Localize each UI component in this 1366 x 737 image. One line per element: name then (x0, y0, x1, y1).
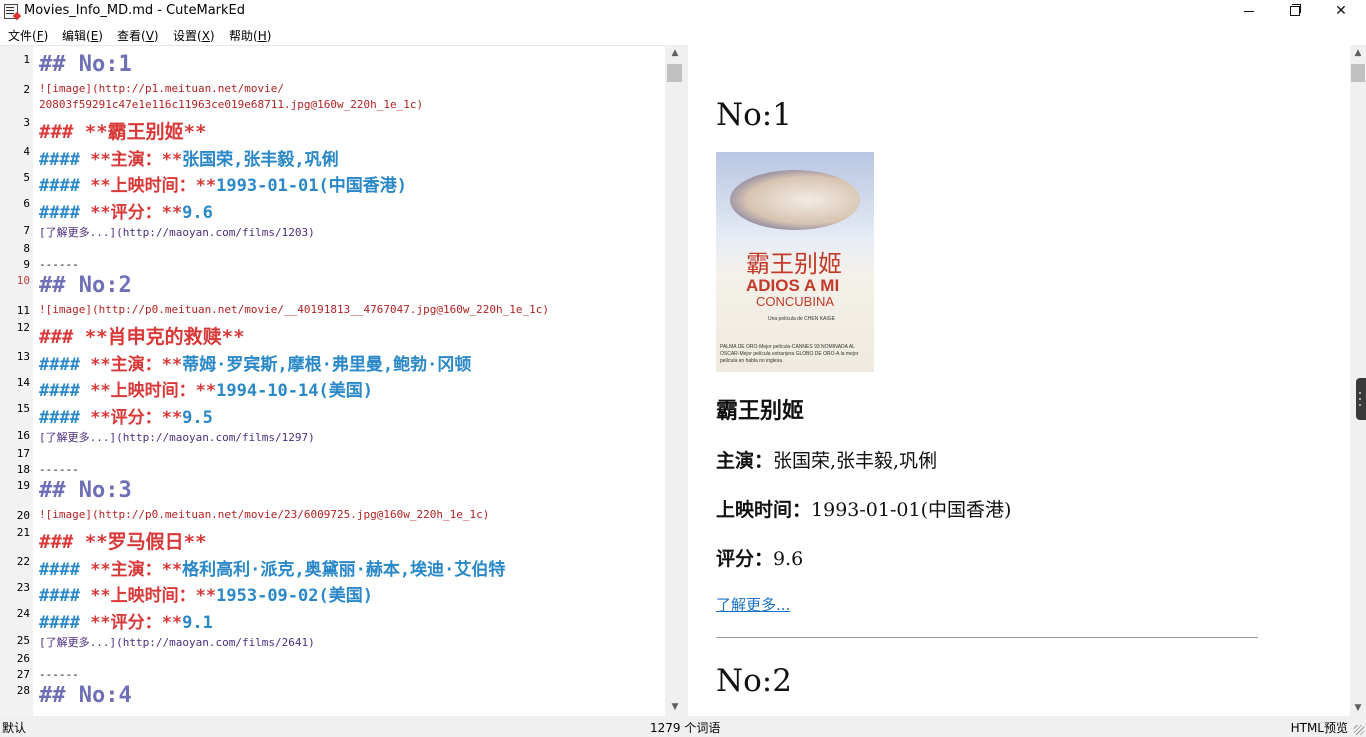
md-horizontal-rule: ------ (39, 668, 79, 681)
line-number: 2 (23, 83, 30, 96)
md-image-link: ![image](http://p0.meituan.net/movie/23/… (39, 508, 490, 521)
line-number-gutter: 1 2 3 4 5 6 7 8 9 10 11 12 13 14 15 16 1… (0, 46, 33, 717)
movie-poster-image: 霸王别姬 ADIOS A MI CONCUBINA Una película d… (716, 152, 874, 372)
close-button[interactable]: ✕ (1318, 0, 1364, 24)
window-title: Movies_Info_MD.md - CuteMarkEd (24, 3, 246, 18)
maximize-button[interactable] (1272, 0, 1318, 24)
line-number: 21 (16, 526, 30, 539)
md-heading-4: #### **上映时间：**1953-09-02(美国) (39, 586, 373, 606)
preview-release-date: 上映时间：1993-01-01(中国香港) (716, 499, 1012, 521)
line-number: 8 (23, 242, 30, 255)
poster-credits: PALMA DE ORO·Mejor película·CANNES 93 NO… (720, 344, 859, 364)
line-number: 6 (23, 197, 30, 210)
line-number: 27 (16, 668, 30, 681)
status-style: 默认 (2, 721, 27, 735)
menu-help[interactable]: 帮助(H) (229, 27, 271, 44)
line-number: 23 (16, 581, 30, 594)
line-number: 4 (23, 145, 30, 158)
line-number: 26 (16, 652, 30, 665)
line-number: 19 (16, 479, 30, 492)
poster-title-cn: 霸王别姬 (746, 250, 842, 278)
resize-grip-icon[interactable] (1354, 725, 1364, 735)
poster-title-en-2: CONCUBINA (756, 294, 835, 309)
md-link: [了解更多...](http://maoyan.com/films/1203) (39, 226, 315, 239)
scroll-up-arrow-icon[interactable]: ▲ (1350, 45, 1366, 61)
line-number: 1 (23, 53, 30, 66)
md-heading-4: #### **主演：**格利高利·派克,奥黛丽·赫本,埃迪·艾伯特 (39, 560, 506, 580)
md-heading-2: ## No:4 (39, 683, 132, 708)
line-number: 22 (16, 555, 30, 568)
minimize-icon (1244, 10, 1254, 12)
markdown-editor[interactable]: 1 2 3 4 5 6 7 8 9 10 11 12 13 14 15 16 1… (0, 45, 665, 717)
side-panel-handle[interactable] (1356, 378, 1366, 420)
md-heading-4: #### **评分：**9.5 (39, 408, 213, 428)
scroll-down-arrow-icon[interactable]: ▼ (1350, 700, 1366, 716)
title-bar: Movies_Info_MD.md - CuteMarkEd ✕ (0, 0, 1366, 24)
line-number: 7 (23, 224, 30, 237)
preview-heading-2: No:2 (716, 663, 792, 699)
line-number: 11 (16, 304, 30, 317)
md-link: [了解更多...](http://maoyan.com/films/2641) (39, 636, 315, 649)
md-image-link: ![image](http://p1.meituan.net/movie/ (39, 82, 285, 95)
preview-horizontal-rule (716, 637, 1258, 638)
close-icon: ✕ (1335, 3, 1347, 19)
preview-more-link[interactable]: 了解更多... (716, 594, 790, 615)
editor-scroll-thumb[interactable] (667, 64, 682, 82)
md-image-link: ![image](http://p0.meituan.net/movie/__4… (39, 303, 549, 316)
status-html-preview[interactable]: HTML预览 (1291, 719, 1348, 736)
line-number: 5 (23, 171, 30, 184)
menu-edit[interactable]: 编辑(E) (62, 27, 103, 44)
line-number: 18 (16, 463, 30, 476)
md-heading-4: #### **上映时间：**1993-01-01(中国香港) (39, 176, 407, 196)
md-heading-3: ### **肖申克的救赎** (39, 326, 245, 348)
preview-score: 评分：9.6 (716, 548, 804, 570)
poster-byline: Una película de CHEN KAIGE (768, 316, 835, 322)
preview-movie-title: 霸王别姬 (716, 398, 805, 424)
line-number-current: 10 (16, 274, 30, 287)
menu-file[interactable]: 文件(F) (8, 27, 48, 44)
status-word-count: 1279 个词语 (650, 721, 721, 735)
line-number: 9 (23, 258, 30, 271)
md-heading-4: #### **评分：**9.1 (39, 613, 213, 633)
preview-heading-2: No:1 (716, 97, 792, 133)
md-link: [了解更多...](http://maoyan.com/films/1297) (39, 431, 315, 444)
line-number: 25 (16, 634, 30, 647)
editor-scrollbar[interactable]: ▲ ▼ (665, 45, 685, 716)
html-preview-pane: No:1 霸王别姬 ADIOS A MI CONCUBINA Una pelíc… (688, 45, 1350, 716)
md-heading-2: ## No:1 (39, 52, 132, 77)
md-heading-2: ## No:3 (39, 478, 132, 503)
md-heading-4: #### **上映时间：**1994-10-14(美国) (39, 381, 373, 401)
md-horizontal-rule: ------ (39, 258, 79, 271)
preview-scroll-thumb[interactable] (1351, 64, 1365, 82)
poster-title-en: ADIOS A MI (746, 276, 840, 295)
md-image-link: 20803f59291c47e1e116c11963ce019e68711.jp… (39, 98, 424, 111)
md-heading-4: #### **主演：**张国荣,张丰毅,巩俐 (39, 150, 339, 170)
line-number: 15 (16, 402, 30, 415)
line-number: 20 (16, 509, 30, 522)
md-heading-4: #### **评分：**9.6 (39, 203, 213, 223)
line-number: 24 (16, 607, 30, 620)
preview-actors: 主演：张国荣,张丰毅,巩俐 (716, 450, 938, 472)
md-heading-4: #### **主演：**蒂姆·罗宾斯,摩根·弗里曼,鲍勃·冈顿 (39, 355, 472, 375)
status-bar: 默认 1279 个词语 HTML预览 (0, 716, 1366, 737)
menu-view[interactable]: 查看(V) (117, 27, 159, 44)
line-number: 13 (16, 350, 30, 363)
line-number: 14 (16, 376, 30, 389)
minimize-button[interactable] (1226, 0, 1272, 24)
app-icon (4, 4, 18, 19)
menu-bar: 文件(F) 编辑(E) 查看(V) 设置(X) 帮助(H) (0, 24, 1366, 45)
line-number: 12 (16, 321, 30, 334)
line-number: 16 (16, 429, 30, 442)
md-heading-3: ### **霸王别姬** (39, 121, 207, 143)
line-number: 17 (16, 447, 30, 460)
md-heading-2: ## No:2 (39, 273, 132, 298)
md-horizontal-rule: ------ (39, 463, 79, 476)
restore-icon (1290, 4, 1301, 16)
md-heading-3: ### **罗马假日** (39, 531, 207, 553)
scroll-down-arrow-icon[interactable]: ▼ (665, 699, 685, 716)
menu-settings[interactable]: 设置(X) (173, 27, 215, 44)
scroll-up-arrow-icon[interactable]: ▲ (665, 45, 685, 62)
line-number: 28 (16, 684, 30, 697)
line-number: 3 (23, 116, 30, 129)
